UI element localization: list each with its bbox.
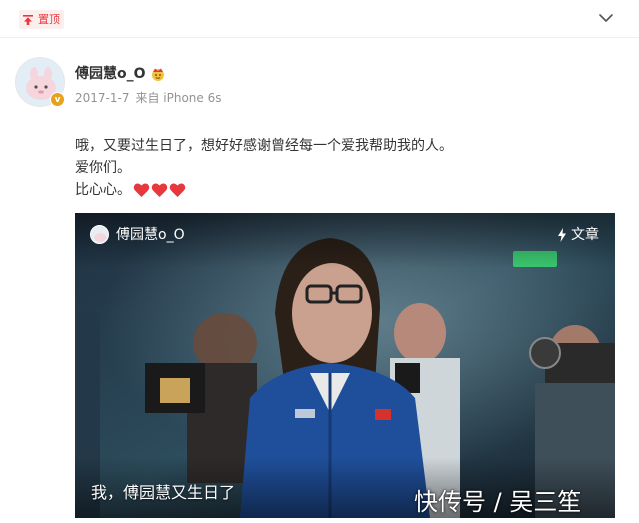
bolt-icon [558, 228, 566, 242]
hearts [133, 182, 186, 198]
chevron-down-icon[interactable] [599, 13, 613, 23]
post-content: 哦，又要过生日了，想好好感谢曾经每一个爱我帮助我的人。 爱你们。 比心心。 [75, 135, 453, 201]
pin-badge: 置顶 [19, 10, 64, 29]
video-author-name[interactable]: 傅园慧o_O [116, 226, 185, 244]
video-header: 傅园慧o_O 文章 [75, 213, 615, 257]
post-source: 来自 iPhone 6s [135, 91, 222, 105]
article-link[interactable]: 文章 [557, 226, 599, 244]
author-name[interactable]: 傅园慧o_O [75, 65, 146, 83]
pin-label: 置顶 [38, 13, 60, 26]
heart-icon [133, 183, 150, 197]
heart-icon [169, 183, 186, 197]
video-caption: 我，傅园慧又生日了 [91, 483, 236, 502]
crown-emoji-icon [151, 68, 164, 81]
post-meta: 2017-1-7 来自 iPhone 6s [75, 90, 222, 106]
post-date[interactable]: 2017-1-7 [75, 90, 129, 106]
article-label: 文章 [571, 227, 599, 243]
vip-badge: v [50, 92, 65, 107]
post-line-2: 爱你们。 [75, 160, 131, 176]
post-line-1: 哦，又要过生日了，想好好感谢曾经每一个爱我帮助我的人。 [75, 138, 453, 154]
post-line-3: 比心心。 [75, 179, 453, 201]
video-author-avatar[interactable] [90, 225, 109, 244]
video-author-avatar-image [91, 226, 108, 243]
post-line-3-text: 比心心。 [75, 182, 131, 198]
watermark: 快传号 / 吴三笙 [414, 488, 582, 516]
pin-bar: 置顶 [0, 0, 639, 38]
video-card[interactable]: 傅园慧o_O 文章 我，傅园慧又生日了 [75, 213, 615, 518]
pin-icon [23, 14, 33, 25]
video-thumbnail [75, 213, 615, 518]
author-row: 傅园慧o_O [75, 65, 166, 83]
heart-icon [151, 183, 168, 197]
